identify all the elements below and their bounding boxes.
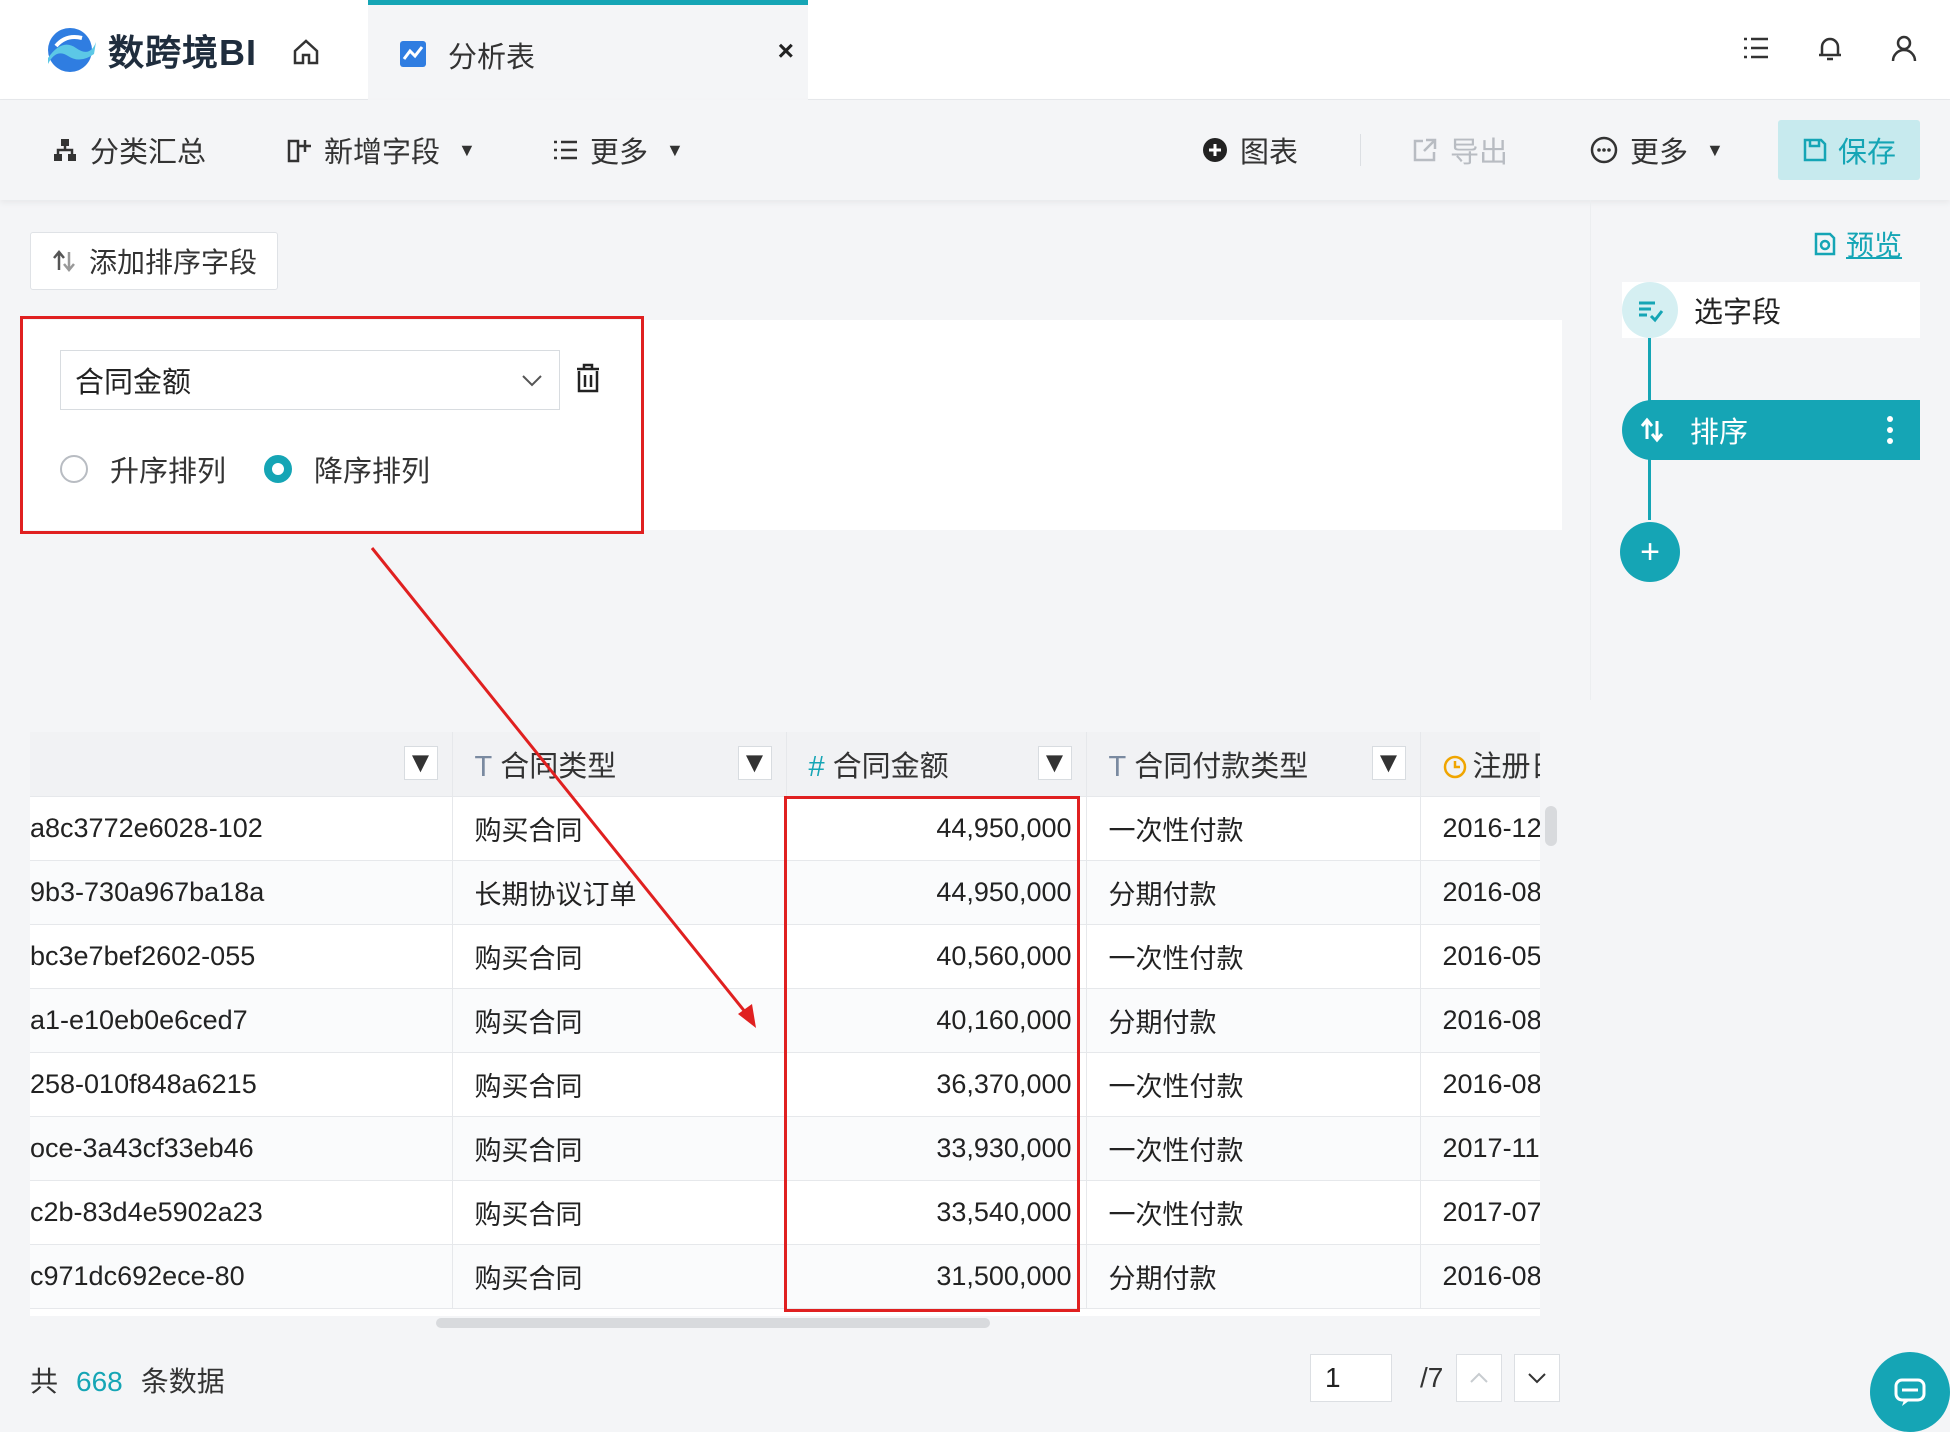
total-suffix: 条数据 <box>140 1366 225 1397</box>
annotation-arrow <box>370 547 756 1028</box>
total-number: 668 <box>76 1366 123 1397</box>
select-fields-icon <box>1622 282 1678 338</box>
step-label: 选字段 <box>1694 297 1782 329</box>
more-vertical-icon[interactable] <box>1886 414 1894 446</box>
page-down-button[interactable] <box>1514 1354 1560 1402</box>
preview-link[interactable]: 预览 <box>1812 224 1902 264</box>
vertical-scrollbar[interactable] <box>1545 806 1557 846</box>
chevron-up-icon <box>1470 1372 1488 1383</box>
chat-icon <box>1894 1378 1926 1406</box>
flow-step-sort[interactable]: 排序 <box>1622 400 1920 460</box>
step-label: 排序 <box>1690 417 1749 449</box>
total-prefix: 共 <box>30 1366 59 1397</box>
page-up-button[interactable] <box>1456 1354 1502 1402</box>
total-count: 共 668 条数据 <box>30 1360 225 1400</box>
chevron-down-icon <box>1528 1373 1546 1384</box>
horizontal-scrollbar[interactable] <box>436 1318 990 1328</box>
flow-step-select-fields[interactable]: 选字段 <box>1622 282 1920 338</box>
preview-label: 预览 <box>1846 230 1903 261</box>
add-step-button[interactable]: + <box>1620 522 1680 582</box>
sort-icon <box>1622 400 1682 460</box>
page-total: /7 <box>1420 1362 1444 1393</box>
chat-support-button[interactable] <box>1870 1352 1950 1432</box>
page-input[interactable]: 1 <box>1310 1354 1392 1402</box>
preview-icon <box>1814 232 1836 256</box>
